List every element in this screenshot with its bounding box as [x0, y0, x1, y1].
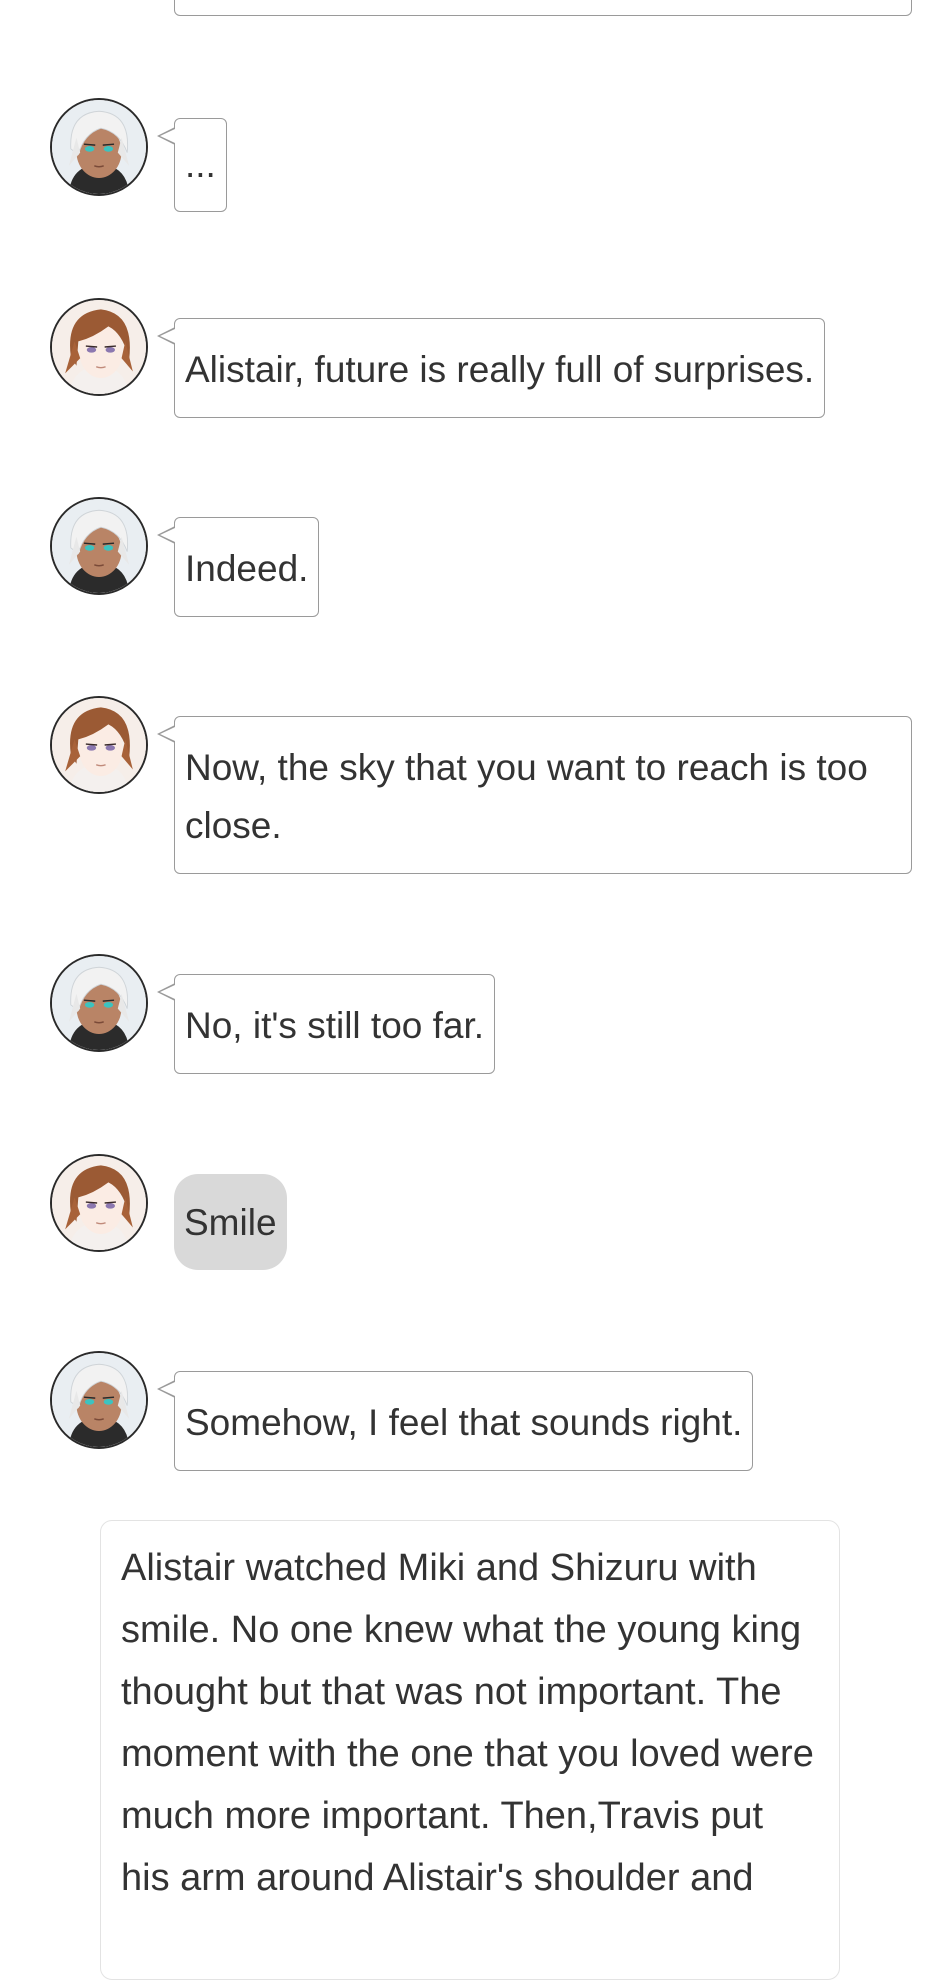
- action-bubble: Smile: [174, 1174, 287, 1270]
- speech-bubble: ...: [157, 118, 227, 212]
- previous-message-bubble: [174, 0, 912, 16]
- brown-haired-character-avatar-icon[interactable]: [50, 1154, 148, 1252]
- white-haired-character-avatar-icon[interactable]: [50, 98, 148, 196]
- white-haired-character-avatar-icon[interactable]: [50, 497, 148, 595]
- brown-haired-character-avatar-icon[interactable]: [50, 696, 148, 794]
- speech-bubble: Somehow, I feel that sounds right.: [156, 1371, 754, 1471]
- brown-haired-character-avatar-icon[interactable]: [50, 298, 148, 396]
- white-haired-character-avatar-icon[interactable]: [50, 954, 148, 1052]
- speech-bubble: Indeed.: [156, 517, 320, 617]
- speech-bubble: Now, the sky that you want to reach is t…: [157, 716, 912, 874]
- speech-bubble: No, it's still too far.: [156, 974, 496, 1074]
- speech-bubble: Alistair, future is really full of surpr…: [156, 318, 826, 418]
- narration-card: Alistair watched Miki and Shizuru with s…: [100, 1520, 840, 1980]
- narration-text: Alistair watched Miki and Shizuru with s…: [121, 1547, 814, 1899]
- white-haired-character-avatar-icon[interactable]: [50, 1351, 148, 1449]
